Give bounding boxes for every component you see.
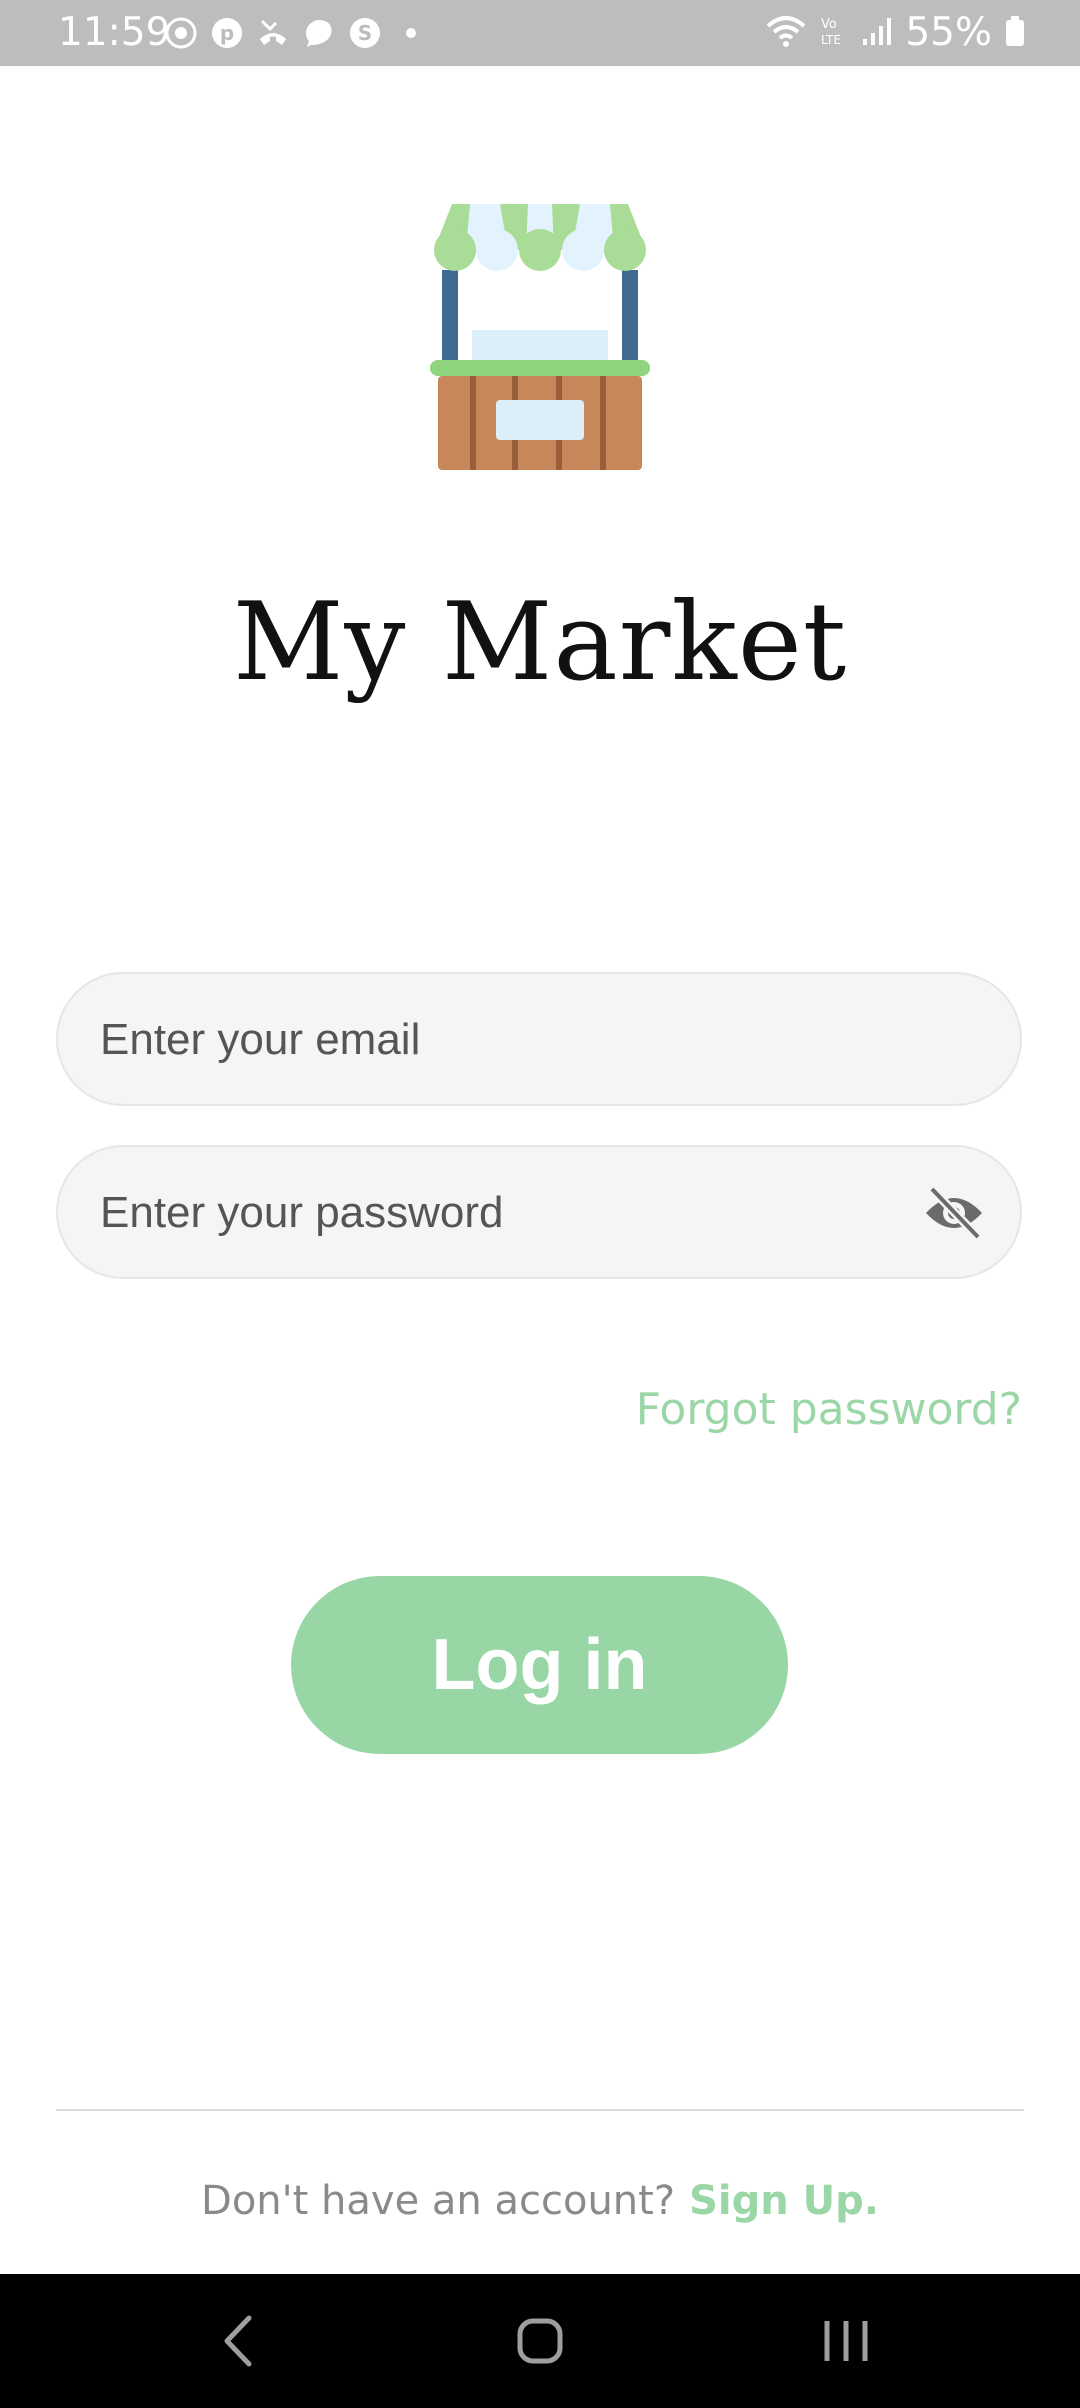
divider bbox=[56, 2109, 1024, 2111]
recents-icon[interactable] bbox=[811, 2306, 881, 2376]
svg-text:LTE: LTE bbox=[821, 33, 841, 47]
market-stall-icon bbox=[430, 200, 650, 470]
svg-text:p: p bbox=[220, 21, 234, 45]
login-button[interactable]: Log in bbox=[291, 1576, 788, 1754]
eye-off-icon[interactable] bbox=[922, 1185, 986, 1241]
svg-text:S: S bbox=[358, 21, 372, 45]
password-field[interactable] bbox=[56, 1145, 1022, 1279]
missed-call-icon bbox=[256, 16, 290, 50]
forgot-password-link[interactable]: Forgot password? bbox=[636, 1384, 1022, 1435]
volte-icon: Vo LTE bbox=[819, 14, 849, 52]
notification-icons: p S bbox=[164, 16, 428, 50]
signup-link[interactable]: Sign Up. bbox=[689, 2178, 879, 2224]
email-input[interactable] bbox=[98, 974, 922, 1106]
home-icon[interactable] bbox=[505, 2306, 575, 2376]
back-icon[interactable] bbox=[205, 2306, 275, 2376]
email-field[interactable] bbox=[56, 972, 1022, 1106]
battery-percent: 55% bbox=[905, 10, 992, 55]
password-input[interactable] bbox=[98, 1147, 922, 1279]
navigation-bar bbox=[0, 2274, 1080, 2408]
signup-row: Don't have an account? Sign Up. bbox=[0, 2178, 1080, 2224]
status-bar: 11:59 p S Vo LTE 55% bbox=[0, 0, 1080, 66]
dot-icon bbox=[394, 16, 428, 50]
settings-icon bbox=[164, 16, 198, 50]
pinterest-icon: p bbox=[210, 16, 244, 50]
status-time: 11:59 bbox=[58, 10, 171, 55]
chat-bubble-icon bbox=[302, 16, 336, 50]
signup-prompt: Don't have an account? bbox=[201, 2178, 676, 2224]
app-title: My Market bbox=[232, 580, 848, 705]
signal-icon bbox=[861, 15, 893, 51]
wifi-icon bbox=[765, 14, 807, 52]
system-status: Vo LTE 55% bbox=[765, 10, 1026, 55]
svg-text:Vo: Vo bbox=[821, 17, 837, 32]
battery-icon bbox=[1004, 14, 1026, 52]
app-s-icon: S bbox=[348, 16, 382, 50]
